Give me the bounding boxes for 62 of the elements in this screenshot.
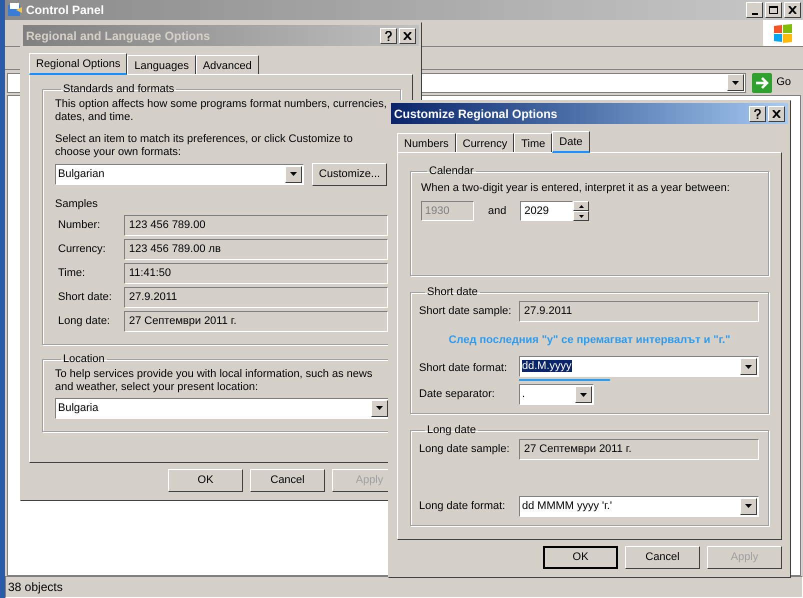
location-dropdown[interactable]: Bulgaria (55, 398, 390, 418)
tab[interactable]: Numbers (397, 133, 456, 152)
tab[interactable]: Date (552, 131, 590, 153)
field-label: Date separator: (419, 387, 496, 402)
field-label: Short date format: (419, 361, 508, 376)
tab[interactable]: Advanced (196, 55, 259, 74)
read-only-field: 27.9.2011 (124, 287, 388, 308)
cancel-button[interactable]: Cancel (250, 469, 325, 492)
tab[interactable]: Currency (456, 133, 514, 152)
ok-button[interactable]: OK (543, 546, 618, 569)
group-label: Location (62, 352, 106, 367)
field-label: Short date: (57, 290, 113, 306)
group-label: Standards and formats (62, 82, 176, 97)
instruction-text: Select an item to match its preferences, or click Customize to choose your own formats: (55, 132, 354, 158)
field-label: Number: (57, 218, 102, 234)
read-only-field: 27 Септември 2011 г. (519, 438, 759, 460)
field-label: Long date: (57, 314, 111, 330)
cancel-button[interactable]: Cancel (625, 546, 700, 569)
close-icon[interactable] (784, 2, 801, 18)
and-label: and (488, 204, 506, 219)
field-label: Currency: (57, 242, 107, 258)
folder-icon (7, 2, 23, 18)
section-label: Samples (55, 196, 99, 212)
close-icon[interactable] (399, 28, 416, 44)
group-label: Calendar (428, 164, 475, 179)
format-dropdown[interactable]: Bulgarian (55, 164, 304, 184)
field-label: Long date format: (419, 498, 506, 514)
group-label: Long date (426, 423, 477, 438)
read-only-field: 123 456 789.00 (124, 215, 388, 236)
spin-buttons-icon[interactable] (573, 201, 590, 221)
field-label: Time: (57, 266, 86, 282)
annotation-note: След последния "у" се премагват интервалът и "г." (448, 332, 732, 348)
read-only-field: 27 Септември 2011 г. (124, 311, 388, 332)
description-text: When a two-digit year is entered, interpret it as a year between: (421, 180, 731, 196)
tab[interactable]: Languages (127, 55, 196, 74)
read-only-field: 11:41:50 (124, 263, 388, 284)
description-text: To help services provide you with local information, such as news and weather, select your present location: (55, 368, 374, 394)
separator-dropdown[interactable]: . (519, 384, 594, 405)
format-dropdown[interactable]: dd MMMM yyyy 'г.' (519, 496, 759, 516)
field-label: Long date sample: (419, 442, 511, 457)
field-label: Short date sample: (419, 304, 512, 319)
ok-button[interactable]: OK (168, 469, 243, 492)
help-icon[interactable] (749, 106, 766, 122)
window-title: Regional and Language Options (26, 28, 212, 44)
customize-button[interactable]: Customize... (312, 162, 387, 186)
window-title: Customize Regional Options (394, 106, 558, 122)
year-field[interactable]: 2029 (520, 201, 574, 221)
format-dropdown[interactable]: dd.M.yyyy (519, 356, 759, 377)
close-icon[interactable] (768, 106, 785, 122)
group-label: Short date (426, 285, 479, 300)
description-text: This option affects how some programs format numbers, currencies, dates, and time. (55, 98, 388, 124)
help-icon[interactable] (380, 28, 397, 44)
tab[interactable]: Regional Options (29, 53, 128, 75)
windows-logo-icon (772, 23, 794, 43)
window-title: Control Panel (26, 2, 106, 19)
read-only-field: 27.9.2011 (519, 300, 759, 322)
go-button[interactable]: Go (752, 72, 801, 92)
read-only-field: 123 456 789.00 лв (124, 239, 388, 260)
status-text: 38 objects (8, 579, 63, 596)
maximize-icon[interactable] (765, 2, 782, 18)
minimize-icon[interactable] (746, 2, 763, 18)
tab[interactable]: Time (514, 133, 552, 152)
